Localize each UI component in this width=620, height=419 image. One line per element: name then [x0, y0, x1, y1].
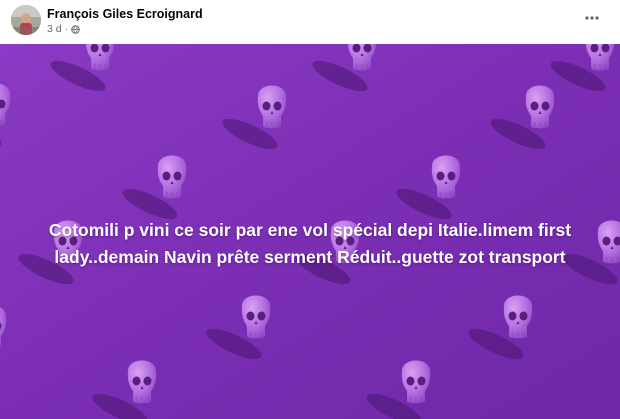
author-avatar[interactable] — [11, 5, 41, 35]
globe-icon[interactable] — [71, 24, 80, 34]
post-meta: 3 d · — [47, 23, 80, 35]
avatar-image-icon — [11, 5, 41, 35]
post-time[interactable]: 3 d — [47, 23, 62, 35]
post-header: François Giles Ecroignard 3 d · — [0, 0, 620, 44]
post-message-text: Cotomili p vini ce soir par ene vol spéc… — [48, 220, 572, 267]
post-text-banner: Cotomili p vini ce soir par ene vol spéc… — [0, 44, 620, 419]
more-options-icon — [585, 16, 599, 20]
more-options-button[interactable] — [578, 7, 606, 29]
post-author-name[interactable]: François Giles Ecroignard — [47, 7, 203, 21]
meta-separator: · — [64, 23, 69, 35]
